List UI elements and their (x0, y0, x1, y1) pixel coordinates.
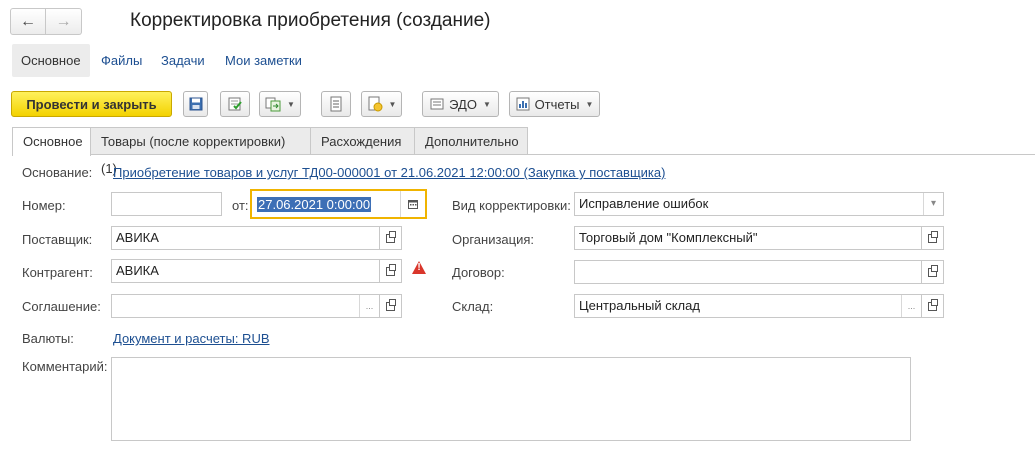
basis-link[interactable]: Приобретение товаров и услуг ТД00-000001… (113, 165, 665, 180)
chevron-down-icon: ▼ (388, 99, 397, 109)
chevron-down-icon: ▼ (287, 99, 295, 109)
create-based-on-icon (265, 97, 281, 112)
open-icon (928, 230, 938, 243)
number-label: Номер: (22, 198, 66, 213)
reports-icon (516, 97, 530, 111)
agreement-field[interactable]: ... (111, 294, 380, 318)
post-and-close-button[interactable]: Провести и закрыть (11, 91, 172, 117)
arrow-left-icon: ← (20, 12, 36, 30)
comment-label: Комментарий: (22, 359, 108, 374)
comment-field[interactable] (111, 357, 911, 441)
agreement-select-button[interactable]: ... (359, 295, 379, 317)
tab-divider (12, 154, 1035, 155)
date-label: от: (232, 198, 249, 213)
back-button[interactable]: ← (10, 8, 46, 35)
section-tasks[interactable]: Задачи (161, 44, 205, 77)
open-icon (928, 298, 938, 311)
warning-mark: ! (417, 262, 421, 273)
open-icon (386, 263, 396, 276)
attachment-button[interactable]: ▼ (361, 91, 402, 117)
corr-type-label: Вид корректировки: (452, 198, 571, 213)
contract-label: Договор: (452, 265, 505, 280)
forward-button[interactable]: → (46, 8, 82, 35)
corr-type-select[interactable]: Исправление ошибок ▾ (574, 192, 944, 216)
contract-field[interactable] (574, 260, 922, 284)
chevron-down-icon[interactable]: ▾ (923, 193, 943, 215)
tab-additional[interactable]: Дополнительно (414, 127, 528, 155)
org-open-button[interactable] (922, 226, 944, 250)
date-value: 27.06.2021 0:00:00 (257, 197, 372, 212)
chevron-down-icon: ▼ (482, 99, 491, 109)
supplier-label: Поставщик: (22, 232, 93, 247)
section-files[interactable]: Файлы (101, 44, 142, 77)
create-based-on-button[interactable]: ▼ (259, 91, 301, 117)
edo-icon (430, 98, 444, 110)
tab-main[interactable]: Основное (12, 127, 91, 156)
list-button[interactable] (321, 91, 351, 117)
counterparty-label: Контрагент: (22, 265, 93, 280)
reports-button[interactable]: Отчеты ▼ (509, 91, 600, 117)
reports-label: Отчеты (534, 96, 580, 112)
warehouse-value: Центральный склад (579, 298, 700, 313)
edo-label: ЭДО (449, 96, 477, 112)
agreement-label: Соглашение: (22, 299, 101, 314)
tab-goods[interactable]: Товары (после корректировки) (1) (90, 127, 311, 176)
agreement-open-button[interactable] (380, 294, 402, 318)
warehouse-select-button[interactable]: ... (901, 295, 921, 317)
calendar-icon (408, 200, 418, 209)
org-field[interactable]: Торговый дом "Комплексный" (574, 226, 922, 250)
supplier-open-button[interactable] (380, 226, 402, 250)
tab-discrepancies[interactable]: Расхождения (310, 127, 415, 155)
save-button[interactable] (183, 91, 208, 117)
counterparty-field[interactable]: АВИКА (111, 259, 380, 283)
warehouse-field[interactable]: Центральный склад ... (574, 294, 922, 318)
supplier-field[interactable]: АВИКА (111, 226, 380, 250)
corr-type-value: Исправление ошибок (579, 196, 709, 211)
calendar-button[interactable] (400, 191, 425, 217)
currency-link[interactable]: Документ и расчеты: RUB (113, 331, 270, 346)
currency-label: Валюты: (22, 331, 74, 346)
save-icon (189, 97, 202, 111)
number-field[interactable] (111, 192, 222, 216)
open-icon (928, 264, 938, 277)
counterparty-open-button[interactable] (380, 259, 402, 283)
arrow-right-icon: → (55, 12, 72, 30)
attachment-icon (368, 96, 383, 112)
section-main[interactable]: Основное (12, 44, 90, 77)
window-title: Корректировка приобретения (создание) (130, 10, 491, 31)
post-icon (228, 97, 242, 111)
basis-label: Основание: (22, 165, 93, 180)
list-icon (330, 96, 342, 112)
warning-icon[interactable]: ! (411, 260, 427, 275)
warehouse-label: Склад: (452, 299, 494, 314)
edo-button[interactable]: ЭДО ▼ (422, 91, 499, 117)
contract-open-button[interactable] (922, 260, 944, 284)
open-icon (386, 230, 396, 243)
warehouse-open-button[interactable] (922, 294, 944, 318)
section-notes[interactable]: Мои заметки (225, 44, 302, 77)
org-label: Организация: (452, 232, 535, 247)
date-field[interactable]: 27.06.2021 0:00:00 (250, 189, 427, 219)
open-icon (386, 298, 396, 311)
post-button[interactable] (220, 91, 250, 117)
chevron-down-icon: ▼ (585, 99, 594, 109)
